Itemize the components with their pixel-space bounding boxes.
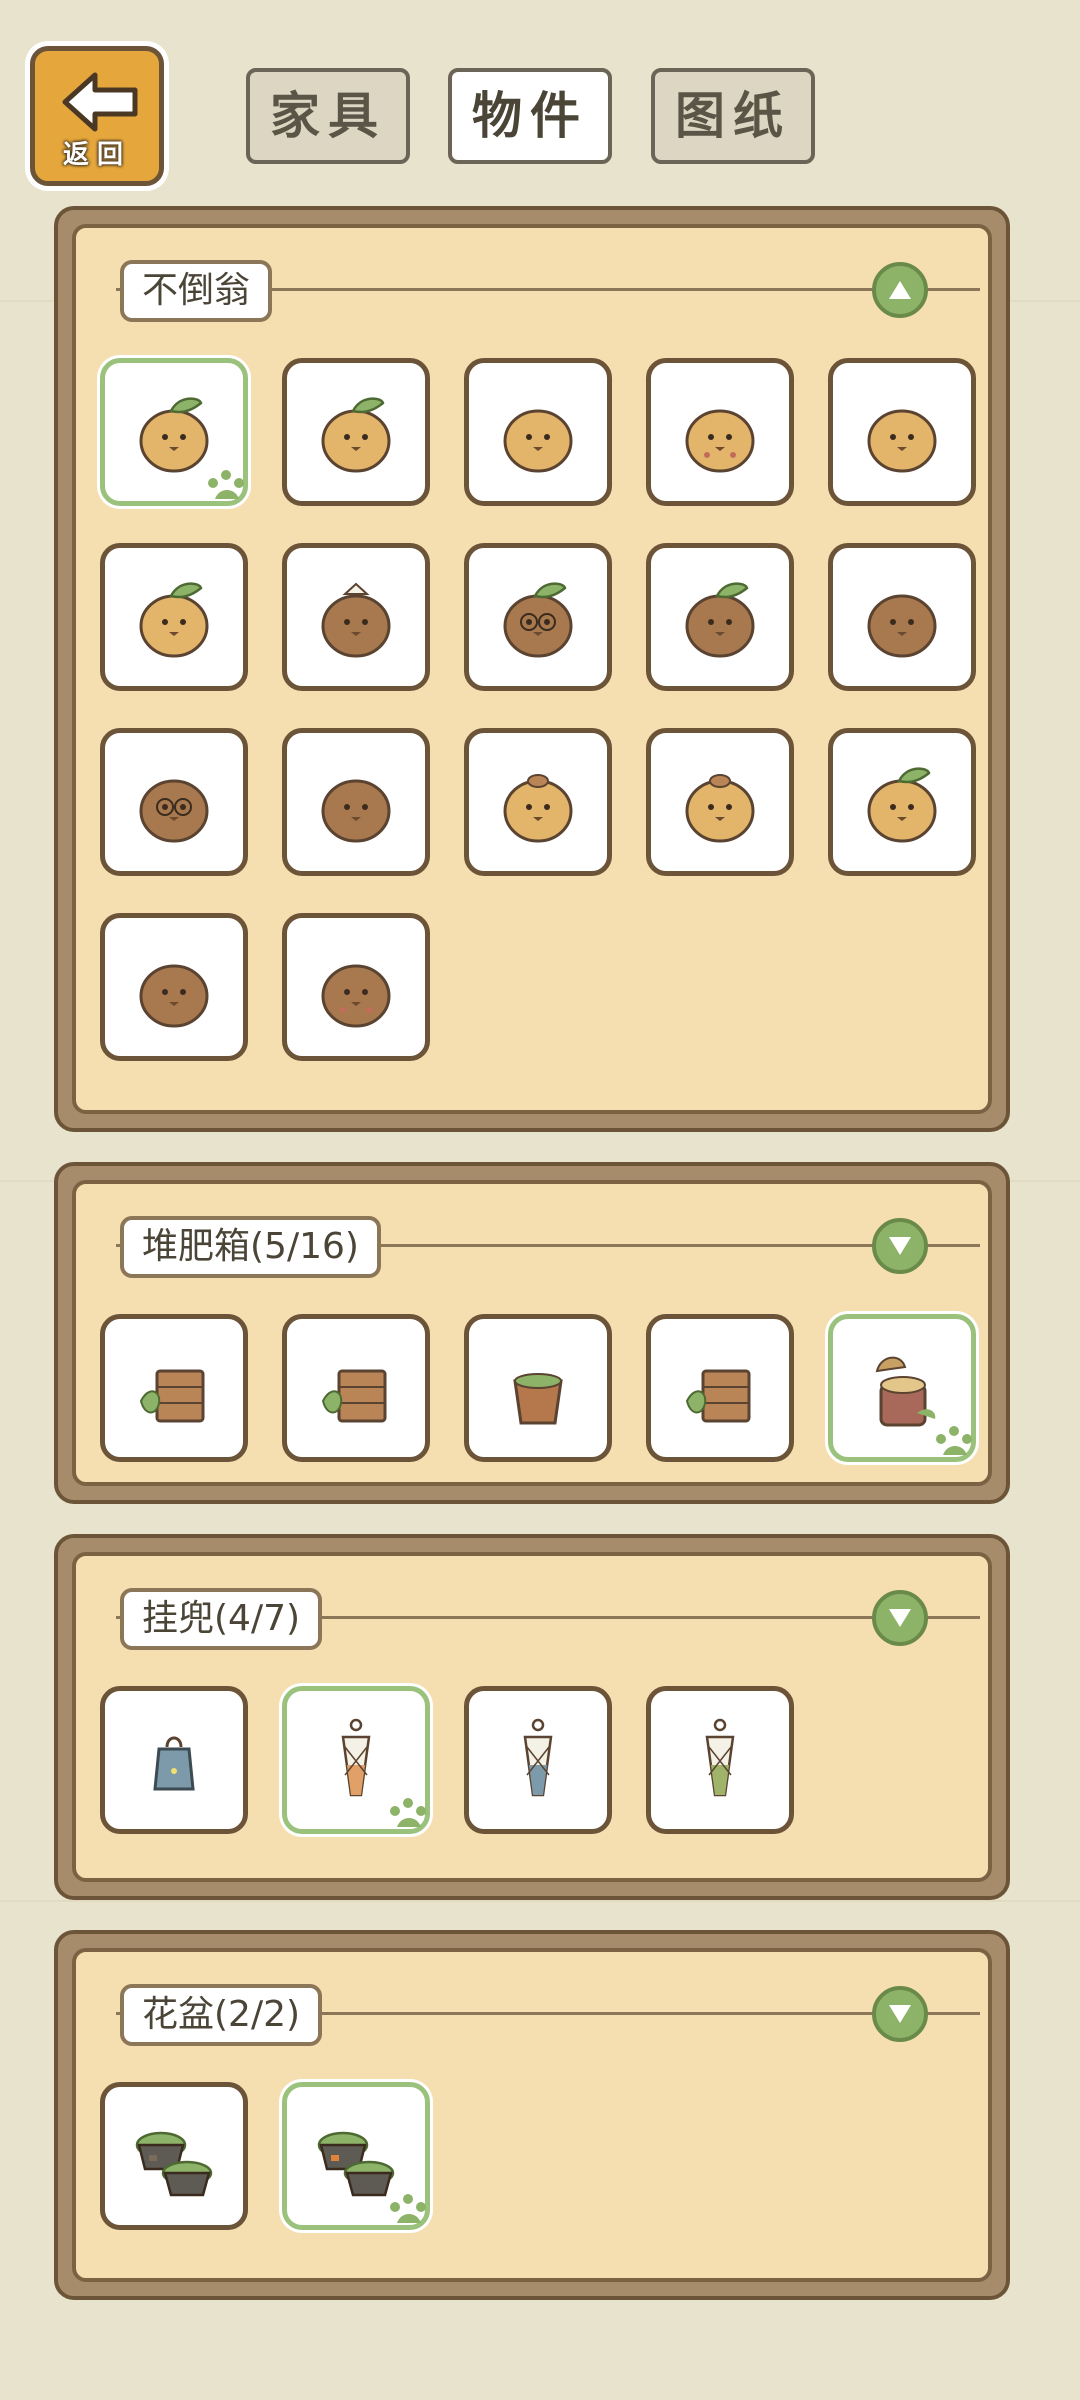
section-panel-compost: 堆肥箱(5/16) (54, 1162, 1010, 1504)
section-title-hanging: 挂兜(4/7) (120, 1588, 323, 1650)
moss-pot-stone-icon (135, 2131, 213, 2197)
compost-crate-leaf-icon (685, 1369, 751, 1423)
item-card[interactable] (100, 728, 248, 876)
item-card[interactable] (646, 358, 794, 506)
item-card[interactable] (646, 543, 794, 691)
item-card[interactable] (282, 543, 430, 691)
section-title-compost: 堆肥箱(5/16) (120, 1216, 381, 1278)
tumbler-dark-icon (867, 594, 937, 658)
item-card[interactable] (100, 913, 248, 1061)
item-card[interactable] (282, 2082, 430, 2230)
chevron-down-icon (889, 1237, 911, 1255)
tab-furniture[interactable]: 家具 (246, 68, 410, 164)
item-card[interactable] (646, 728, 794, 876)
item-card[interactable] (828, 543, 976, 691)
section-inner: 堆肥箱(5/16) (72, 1180, 992, 1486)
frog-paw-selected-icon (208, 470, 244, 499)
chevron-up-icon (889, 281, 911, 299)
back-arrow-icon (62, 72, 138, 132)
tumbler-leaf-icon (321, 397, 391, 473)
back-button[interactable]: 返回 (30, 46, 164, 186)
tumbler-grumpy-icon (503, 774, 573, 843)
item-card[interactable] (646, 1314, 794, 1462)
tumbler-glasses-icon (503, 582, 573, 658)
tumbler-bird-icon (867, 767, 937, 843)
section-title-flowerpot: 花盆(2/2) (120, 1984, 323, 2046)
back-button-label: 返回 (62, 140, 131, 170)
item-card[interactable] (100, 358, 248, 506)
item-card[interactable] (100, 543, 248, 691)
hanging-bag-blue-icon (153, 1736, 195, 1791)
section-panel-flowerpot: 花盆(2/2) (54, 1930, 1010, 2300)
tumbler-spectacles-icon (139, 779, 209, 843)
section-inner: 花盆(2/2) (72, 1948, 992, 2282)
section-inner: 不倒翁 (72, 224, 992, 1114)
tumbler-leafwrap-icon (685, 582, 755, 658)
item-card[interactable] (828, 728, 976, 876)
chevron-down-icon (889, 2005, 911, 2023)
section-inner: 挂兜(4/7) (72, 1552, 992, 1882)
tumbler-plain-icon (139, 964, 209, 1028)
item-card[interactable] (100, 2082, 248, 2230)
item-card[interactable] (828, 1314, 976, 1462)
item-card[interactable] (100, 1314, 248, 1462)
section-title-tumbler: 不倒翁 (120, 260, 273, 322)
tumbler-flower-icon (321, 582, 391, 658)
item-card[interactable] (464, 1686, 612, 1834)
background-texture (0, 1900, 1080, 1902)
expand-toggle[interactable] (872, 1986, 928, 2042)
item-card[interactable] (464, 1314, 612, 1462)
hanging-net-green-icon (705, 1718, 735, 1797)
tumbler-acorn-icon (685, 774, 755, 843)
tab-blueprints[interactable]: 图纸 (651, 68, 815, 164)
tumbler-heart-icon (685, 409, 755, 473)
item-card[interactable] (464, 358, 612, 506)
item-card[interactable] (828, 358, 976, 506)
tumbler-shell-icon (867, 409, 937, 473)
tumbler-wink-icon (503, 409, 573, 473)
item-card[interactable] (282, 913, 430, 1061)
expand-toggle[interactable] (872, 1590, 928, 1646)
section-panel-tumbler: 不倒翁 (54, 206, 1010, 1132)
compost-open-icon (139, 1369, 205, 1423)
item-card[interactable] (282, 728, 430, 876)
tumbler-sprout-icon (139, 582, 209, 658)
item-card[interactable] (100, 1686, 248, 1834)
item-card[interactable] (282, 1686, 430, 1834)
hanging-net-blue-icon (523, 1718, 553, 1797)
tumbler-sloth-icon (321, 779, 391, 843)
frog-paw-selected-icon (936, 1426, 972, 1455)
item-card[interactable] (464, 543, 612, 691)
item-card[interactable] (646, 1686, 794, 1834)
item-card[interactable] (282, 358, 430, 506)
compost-crate-icon (321, 1369, 387, 1423)
expand-toggle[interactable] (872, 1218, 928, 1274)
section-panel-hanging: 挂兜(4/7) (54, 1534, 1010, 1900)
frog-paw-selected-icon (390, 1798, 426, 1827)
frog-paw-selected-icon (390, 2194, 426, 2223)
collapse-toggle[interactable] (872, 262, 928, 318)
compost-bucket-icon (513, 1373, 563, 1425)
tab-objects[interactable]: 物件 (448, 68, 612, 164)
item-card[interactable] (282, 1314, 430, 1462)
item-card[interactable] (464, 728, 612, 876)
tumbler-heartspot-icon (321, 964, 391, 1028)
chevron-down-icon (889, 1609, 911, 1627)
